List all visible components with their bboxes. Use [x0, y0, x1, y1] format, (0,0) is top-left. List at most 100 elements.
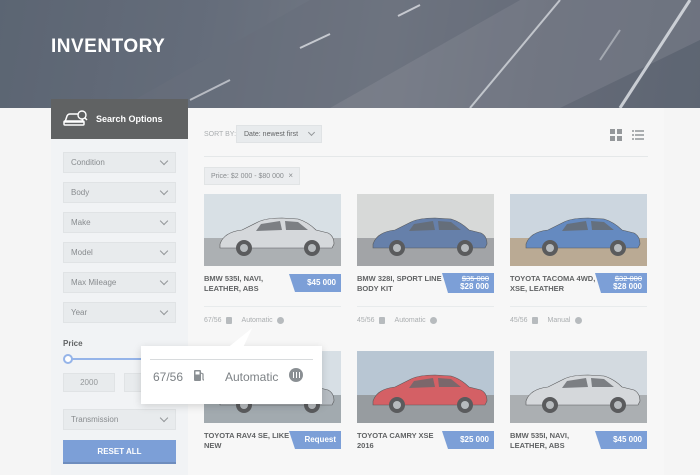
- listing-card[interactable]: BMW 535I, NAVI, LEATHER, ABS $45 000: [510, 351, 647, 459]
- active-filter-label: Price: $2 000 - $80 000: [211, 172, 284, 180]
- year-select[interactable]: Year: [63, 302, 176, 323]
- tooltip-mpg: 67/56: [153, 370, 184, 384]
- car-search-icon: [63, 110, 88, 126]
- fuel-pump-icon: [378, 316, 385, 324]
- listing-card[interactable]: BMW 328I, SPORT LINE BODY KIT $35 000 $28…: [357, 194, 494, 324]
- sort-select[interactable]: Date: newest first: [236, 125, 322, 143]
- make-label: Make: [71, 218, 91, 227]
- listing-transmission: Automatic: [241, 316, 273, 324]
- listing-info: TOYOTA RAV4 SE, LIKE NEW Request: [204, 423, 341, 459]
- current-price: Request: [304, 435, 336, 444]
- search-options-header[interactable]: Search Options: [51, 99, 188, 139]
- card-divider: [510, 306, 647, 307]
- listings-area: SORT BY: Date: newest first Price: $2 00…: [188, 108, 664, 475]
- current-price: $45 000: [307, 278, 336, 287]
- listing-mpg: 45/56: [510, 316, 528, 324]
- price-min-input[interactable]: 2000: [63, 373, 115, 392]
- listing-info: BMW 535I, NAVI, LEATHER, ABS $45 000: [510, 423, 647, 459]
- chevron-down-icon: [159, 186, 169, 196]
- max-mileage-select[interactable]: Max Mileage: [63, 272, 176, 293]
- chevron-down-icon: [159, 246, 169, 256]
- listing-card[interactable]: BMW 535I, NAVI, LEATHER, ABS $45 000 67/…: [204, 194, 341, 324]
- price-badge: $35 000 $28 000: [442, 273, 494, 293]
- active-filter-chip[interactable]: Price: $2 000 - $80 000 ×: [204, 167, 300, 185]
- fuel-pump-icon: [194, 370, 205, 381]
- price-badge: Request: [289, 431, 341, 449]
- listing-card[interactable]: TOYOTA TACOMA 4WD, XSE, LEATHER $32 000 $…: [510, 194, 647, 324]
- listing-title[interactable]: TOYOTA RAV4 SE, LIKE NEW: [204, 431, 290, 451]
- listing-title[interactable]: BMW 535I, NAVI, LEATHER, ABS: [510, 431, 596, 451]
- current-price: $25 000: [460, 435, 489, 444]
- chevron-down-icon: [159, 156, 169, 166]
- listing-info: TOYOTA CAMRY XSE 2016 $25 000: [357, 423, 494, 459]
- listing-image[interactable]: [510, 351, 647, 423]
- current-price: $28 000: [460, 282, 489, 291]
- car-photo: [357, 194, 494, 266]
- listing-card[interactable]: TOYOTA CAMRY XSE 2016 $25 000: [357, 351, 494, 459]
- price-badge: $45 000: [289, 274, 341, 292]
- listing-image[interactable]: [357, 194, 494, 266]
- condition-select[interactable]: Condition: [63, 152, 176, 173]
- card-divider: [204, 306, 341, 307]
- listing-transmission: Manual: [547, 316, 571, 324]
- listing-image[interactable]: [204, 194, 341, 266]
- listing-title[interactable]: TOYOTA CAMRY XSE 2016: [357, 431, 443, 451]
- search-filters-panel: Condition Body Make Model Max Mileage Ye…: [51, 139, 188, 475]
- price-label: Price: [63, 339, 83, 348]
- listing-meta: 45/56 Manual: [510, 314, 647, 326]
- listing-mpg: 45/56: [357, 316, 375, 324]
- listing-info: BMW 535I, NAVI, LEATHER, ABS $45 000 67/…: [204, 266, 341, 324]
- car-photo: [510, 194, 647, 266]
- chevron-down-icon: [159, 276, 169, 286]
- chevron-down-icon: [159, 216, 169, 226]
- make-select[interactable]: Make: [63, 212, 176, 233]
- listing-info: TOYOTA TACOMA 4WD, XSE, LEATHER $32 000 $…: [510, 266, 647, 324]
- listing-info: BMW 328I, SPORT LINE BODY KIT $35 000 $28…: [357, 266, 494, 324]
- page-title: INVENTORY: [51, 36, 166, 57]
- transmission-select[interactable]: Transmission: [63, 409, 176, 430]
- transmission-icon: [574, 316, 582, 324]
- card-divider: [357, 306, 494, 307]
- max-mileage-label: Max Mileage: [71, 278, 117, 287]
- price-badge: $32 000 $28 000: [595, 273, 647, 293]
- fuel-pump-icon: [531, 316, 538, 324]
- listing-image[interactable]: [510, 194, 647, 266]
- current-price: $28 000: [613, 282, 642, 291]
- body-select[interactable]: Body: [63, 182, 176, 203]
- car-photo: [510, 351, 647, 423]
- hero-banner: INVENTORY: [0, 0, 700, 108]
- price-badge: $25 000: [442, 431, 494, 449]
- tooltip-transmission: Automatic: [225, 370, 279, 384]
- tooltip-divider: [150, 359, 313, 360]
- price-slider-min-handle[interactable]: [63, 354, 73, 364]
- chevron-down-icon: [159, 306, 169, 316]
- listing-title[interactable]: BMW 535I, NAVI, LEATHER, ABS: [204, 274, 290, 294]
- year-label: Year: [71, 308, 88, 317]
- car-photo: [204, 194, 341, 266]
- transmission-label: Transmission: [71, 415, 119, 424]
- fuel-pump-icon: [225, 316, 232, 324]
- listing-transmission: Automatic: [394, 316, 426, 324]
- listing-meta: 45/56 Automatic: [357, 314, 494, 326]
- remove-filter-icon[interactable]: ×: [288, 171, 293, 180]
- sort-value: Date: newest first: [244, 130, 299, 138]
- toolbar-divider: [204, 156, 648, 157]
- model-select[interactable]: Model: [63, 242, 176, 263]
- listing-title[interactable]: BMW 328I, SPORT LINE BODY KIT: [357, 274, 443, 294]
- transmission-icon: [276, 316, 284, 324]
- listing-title[interactable]: TOYOTA TACOMA 4WD, XSE, LEATHER: [510, 274, 596, 294]
- listing-meta: 67/56 Automatic: [204, 314, 341, 326]
- chevron-down-icon: [307, 128, 316, 137]
- body-label: Body: [71, 188, 90, 197]
- price-badge: $45 000: [595, 431, 647, 449]
- reset-all-button[interactable]: RESET ALL: [63, 440, 176, 464]
- listing-details-tooltip: 67/56 Automatic: [141, 346, 322, 404]
- chevron-down-icon: [159, 413, 169, 423]
- list-view-icon[interactable]: [631, 128, 645, 142]
- search-options-label: Search Options: [96, 114, 163, 124]
- listing-mpg: 67/56: [204, 316, 222, 324]
- model-label: Model: [71, 248, 93, 257]
- listing-image[interactable]: [357, 351, 494, 423]
- grid-view-icon[interactable]: [609, 128, 623, 142]
- condition-label: Condition: [71, 158, 105, 167]
